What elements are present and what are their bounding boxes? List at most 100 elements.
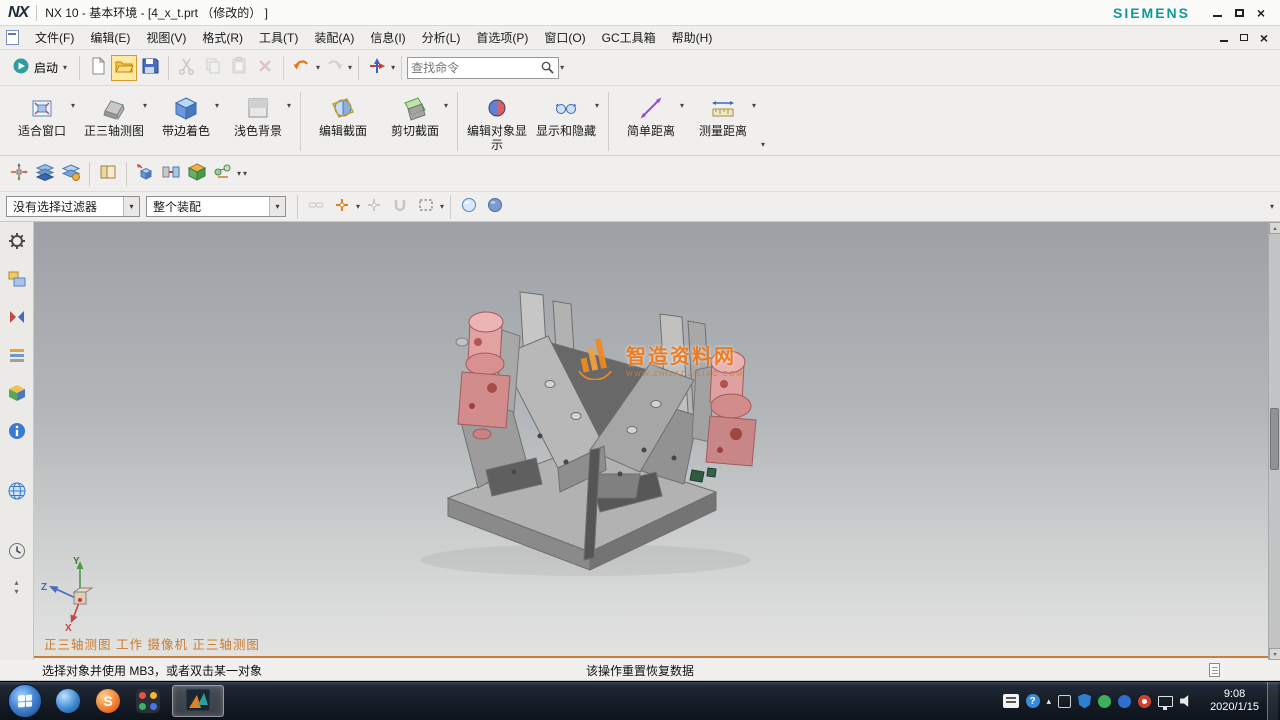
cut-button[interactable]: [174, 55, 200, 81]
taskbar-sogou-button[interactable]: S: [92, 685, 124, 717]
chevron-down-icon[interactable]: ▾: [560, 63, 564, 72]
search-icon[interactable]: [540, 60, 555, 75]
fit-window-button[interactable]: 适合窗口 ▾: [6, 88, 78, 155]
assembly-sequence-button[interactable]: [210, 161, 236, 187]
edit-section-button[interactable]: 编辑截面: [307, 88, 379, 155]
information-window-button[interactable]: [95, 161, 121, 187]
scrollbar-thumb[interactable]: [1270, 408, 1279, 470]
snap-point-2-button[interactable]: [361, 194, 387, 220]
taskbar-browser-button[interactable]: [52, 685, 84, 717]
wave-geometry-linker-button[interactable]: [184, 161, 210, 187]
menu-window[interactable]: 窗口(O): [536, 26, 593, 49]
chevron-down-icon[interactable]: ▾: [348, 63, 352, 72]
constraint-navigator-button[interactable]: [5, 306, 29, 330]
copy-button[interactable]: [200, 55, 226, 81]
tray-settings-icon[interactable]: [1058, 695, 1071, 708]
selection-filter-combo[interactable]: 没有选择过滤器 ▾: [6, 196, 140, 217]
menu-preferences[interactable]: 首选项(P): [468, 26, 536, 49]
windows-start-button[interactable]: [8, 684, 42, 718]
chevron-down-icon[interactable]: ▾: [287, 101, 291, 110]
shaded-with-edges-button[interactable]: 带边着色 ▾: [150, 88, 222, 155]
toolbar-overflow-chevron[interactable]: ▾: [243, 169, 247, 178]
menu-edit[interactable]: 编辑(E): [82, 26, 138, 49]
scroll-up-button[interactable]: ▴: [1269, 222, 1280, 234]
exploded-views-button[interactable]: [6, 161, 32, 187]
light-background-button[interactable]: 浅色背景 ▾: [222, 88, 294, 155]
view-orient-button[interactable]: [364, 55, 390, 81]
mdi-restore-button[interactable]: [1234, 30, 1254, 46]
reuse-library-button[interactable]: [5, 382, 29, 406]
move-component-button[interactable]: [132, 161, 158, 187]
tray-hidden-icons-arrow[interactable]: ▴: [1047, 696, 1052, 707]
sidebar-expand-button[interactable]: ▴ ▾: [14, 578, 18, 596]
chevron-down-icon[interactable]: ▾: [123, 197, 139, 216]
graphics-window[interactable]: 智造资料网 WWW.ZHIZAOZILIAO.COM Y Z X 正三轴测图 工: [34, 222, 1268, 658]
marquee-select-button[interactable]: [413, 194, 439, 220]
chevron-down-icon[interactable]: ▾: [356, 202, 360, 211]
chevron-down-icon[interactable]: ▾: [143, 101, 147, 110]
simple-distance-button[interactable]: 简单距离 ▾: [615, 88, 687, 155]
chevron-down-icon[interactable]: ▾: [391, 63, 395, 72]
tray-alert-icon[interactable]: [1138, 695, 1151, 708]
mdi-minimize-button[interactable]: [1214, 30, 1234, 46]
tray-antivirus-icon[interactable]: [1098, 695, 1111, 708]
menu-assemblies[interactable]: 装配(A): [306, 26, 362, 49]
show-desktop-button[interactable]: [1267, 682, 1278, 720]
menu-file[interactable]: 文件(F): [27, 26, 82, 49]
clipboard-status-icon[interactable]: [1209, 663, 1220, 677]
interpart-link-button[interactable]: [303, 194, 329, 220]
menu-format[interactable]: 格式(R): [194, 26, 251, 49]
command-search-input[interactable]: [411, 61, 540, 75]
taskbar-app-button[interactable]: [132, 685, 164, 717]
assembly-constraints-button[interactable]: [158, 161, 184, 187]
web-browser-button[interactable]: [5, 480, 29, 504]
open-file-button[interactable]: [111, 55, 137, 81]
chevron-down-icon[interactable]: ▾: [316, 63, 320, 72]
part-navigator-button[interactable]: [5, 344, 29, 368]
chevron-down-icon[interactable]: ▾: [680, 101, 684, 110]
chevron-down-icon[interactable]: ▾: [71, 101, 75, 110]
clip-section-button[interactable]: 剪切截面 ▾: [379, 88, 451, 155]
tray-shield-icon[interactable]: [1078, 694, 1091, 709]
menu-gc-toolbox[interactable]: GC工具箱: [594, 26, 664, 49]
toolbar-overflow-chevron[interactable]: ▾: [761, 140, 765, 149]
toolbar-overflow-chevron[interactable]: ▾: [1270, 202, 1274, 211]
hd3d-tools-button[interactable]: [5, 420, 29, 444]
snap-point-button[interactable]: [329, 194, 355, 220]
chevron-down-icon[interactable]: ▾: [444, 101, 448, 110]
chevron-down-icon[interactable]: ▾: [215, 101, 219, 110]
shaded-sphere-button[interactable]: [482, 194, 508, 220]
save-button[interactable]: [137, 55, 163, 81]
tray-volume-icon[interactable]: [1180, 694, 1194, 708]
mdi-close-button[interactable]: ×: [1254, 30, 1274, 46]
delete-button[interactable]: [252, 55, 278, 81]
taskbar-nx-button[interactable]: [172, 685, 224, 717]
undo-button[interactable]: [289, 55, 315, 81]
layer-visible-in-view-button[interactable]: [58, 161, 84, 187]
chevron-down-icon[interactable]: ▾: [595, 101, 599, 110]
scroll-down-button[interactable]: ▾: [1269, 648, 1280, 660]
assembly-navigator-button[interactable]: [5, 268, 29, 292]
magnet-snap-button[interactable]: [387, 194, 413, 220]
tray-input-indicator-icon[interactable]: [1003, 694, 1019, 708]
menu-view[interactable]: 视图(V): [138, 26, 194, 49]
tray-cloud-icon[interactable]: [1118, 695, 1131, 708]
chevron-down-icon[interactable]: ▾: [269, 197, 285, 216]
menu-information[interactable]: 信息(I): [362, 26, 413, 49]
tray-help-icon[interactable]: ?: [1026, 694, 1040, 708]
taskbar-clock[interactable]: 9:08 2020/1/15: [1202, 688, 1267, 714]
chevron-down-icon[interactable]: ▾: [440, 202, 444, 211]
roles-gear-button[interactable]: [5, 230, 29, 254]
history-button[interactable]: [5, 540, 29, 564]
menu-help[interactable]: 帮助(H): [664, 26, 721, 49]
menu-tools[interactable]: 工具(T): [251, 26, 306, 49]
chevron-down-icon[interactable]: ▾: [237, 169, 241, 178]
cad-model[interactable]: [34, 222, 1268, 658]
maximize-button[interactable]: [1228, 4, 1250, 22]
selection-scope-combo[interactable]: 整个装配 ▾: [146, 196, 286, 217]
redo-button[interactable]: [321, 55, 347, 81]
chevron-down-icon[interactable]: ▾: [752, 101, 756, 110]
show-hide-button[interactable]: 显示和隐藏 ▾: [530, 88, 602, 155]
tray-display-icon[interactable]: [1158, 696, 1173, 707]
highlight-sphere-button[interactable]: [456, 194, 482, 220]
